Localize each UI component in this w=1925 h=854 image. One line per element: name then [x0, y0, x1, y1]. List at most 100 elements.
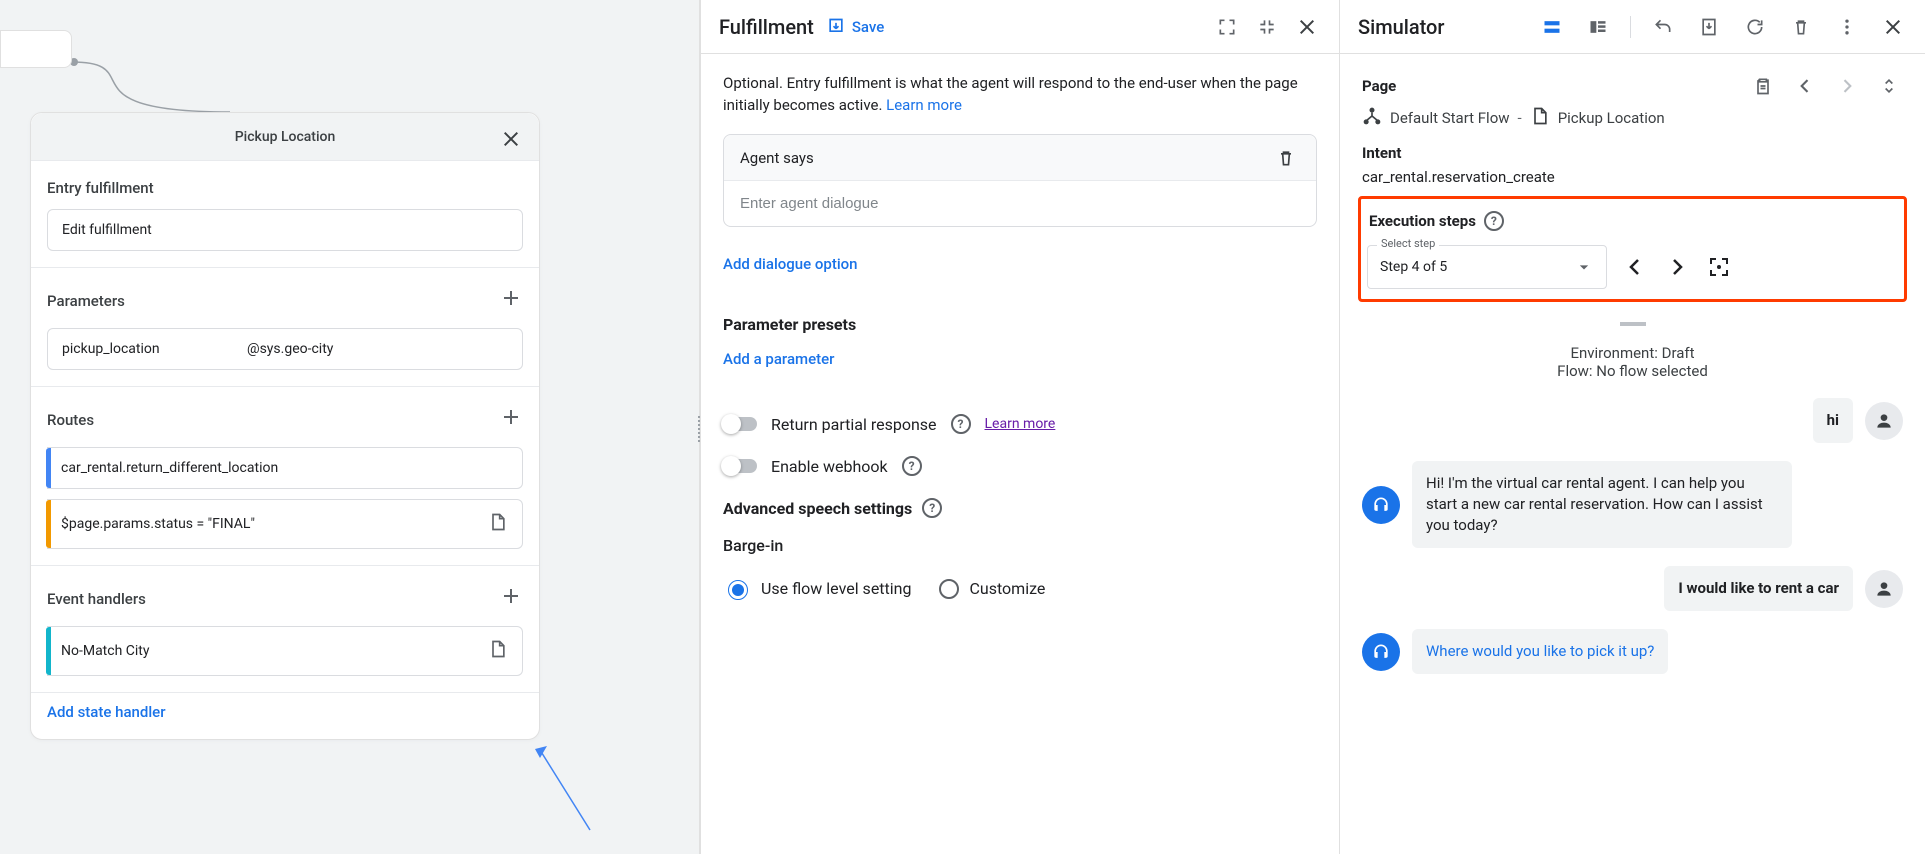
parameters-heading: Parameters: [47, 292, 125, 310]
add-dialogue-option-link[interactable]: Add dialogue option: [723, 255, 858, 273]
view-stacked-icon[interactable]: [1538, 13, 1566, 41]
return-partial-row: Return partial response ? Learn more: [723, 414, 1317, 434]
fullscreen-icon[interactable]: [1213, 13, 1241, 41]
intent-label: Intent: [1362, 144, 1401, 162]
parameter-entity: @sys.geo-city: [247, 341, 333, 357]
step-next-icon[interactable]: [1663, 253, 1691, 281]
chat-bubble-bot: Where would you like to pick it up?: [1412, 629, 1668, 674]
return-partial-label: Return partial response: [771, 415, 937, 434]
event-handlers-section: Event handlers No-Match City: [31, 566, 539, 693]
step-select-floating-label: Select step: [1377, 237, 1439, 250]
edit-fulfillment-row[interactable]: Edit fulfillment: [47, 209, 523, 251]
chat-meta: Environment: Draft Flow: No flow selecte…: [1362, 344, 1903, 380]
step-prev-icon[interactable]: [1621, 253, 1649, 281]
help-icon[interactable]: ?: [951, 414, 971, 434]
bot-avatar-icon: [1362, 486, 1400, 524]
more-icon[interactable]: [1833, 13, 1861, 41]
radio-customize-label: Customize: [969, 579, 1045, 598]
parameter-presets-heading: Parameter presets: [723, 315, 1317, 334]
download-icon[interactable]: [1695, 13, 1723, 41]
intent-value: car_rental.reservation_create: [1362, 168, 1903, 186]
agent-dialogue-input[interactable]: [724, 181, 1316, 226]
bot-avatar-icon: [1362, 633, 1400, 671]
add-route-icon[interactable]: [499, 405, 523, 435]
chat-bubble-bot: Hi! I'm the virtual car rental agent. I …: [1412, 461, 1792, 548]
flow-icon: [1362, 106, 1382, 130]
advanced-speech-heading: Advanced speech settings ?: [723, 498, 1317, 518]
event-handler-row[interactable]: No-Match City: [47, 626, 523, 676]
routes-section: Routes car_rental.return_different_locat…: [31, 387, 539, 566]
help-icon[interactable]: ?: [902, 456, 922, 476]
edit-fulfillment-label: Edit fulfillment: [62, 222, 152, 238]
barge-in-radio-customize[interactable]: Customize: [939, 579, 1045, 599]
barge-in-radio-flow[interactable]: Use flow level setting: [723, 577, 911, 600]
return-partial-toggle[interactable]: [723, 417, 757, 431]
add-parameter-icon[interactable]: [499, 286, 523, 316]
radio-customize[interactable]: [939, 579, 959, 599]
fulfillment-panel: Fulfillment Save Optional. Entry fulfill…: [700, 0, 1340, 854]
page-card-header: Pickup Location: [31, 113, 539, 161]
flow-canvas[interactable]: Pickup Location Entry fulfillment Edit f…: [0, 0, 700, 854]
focus-icon[interactable]: [1705, 253, 1733, 281]
event-handler-accent: [46, 627, 51, 675]
execution-steps-label: Execution steps: [1369, 212, 1476, 230]
route-condition-label: $page.params.status = "FINAL": [61, 516, 255, 532]
clipboard-icon[interactable]: [1749, 72, 1777, 100]
delete-response-icon[interactable]: [1272, 144, 1300, 172]
event-handler-label: No-Match City: [61, 643, 150, 659]
resize-grip[interactable]: [1340, 316, 1925, 330]
chat-msg-user: I would like to rent a car: [1362, 566, 1903, 611]
page-card-title: Pickup Location: [235, 129, 336, 145]
add-a-parameter-link[interactable]: Add a parameter: [723, 350, 834, 368]
breadcrumb-page: Pickup Location: [1558, 109, 1665, 127]
simulator-header: Simulator: [1340, 0, 1925, 54]
simulator-context: Page Default Start Flow - Pickup Locatio…: [1340, 54, 1925, 196]
entry-fulfillment-section: Entry fulfillment Edit fulfillment: [31, 161, 539, 268]
help-icon[interactable]: ?: [922, 498, 942, 518]
page-breadcrumb: Default Start Flow - Pickup Location: [1362, 106, 1903, 130]
doc-icon: [1530, 106, 1550, 130]
enable-webhook-toggle[interactable]: [723, 459, 757, 473]
learn-more-link[interactable]: Learn more: [886, 96, 962, 114]
radio-use-flow[interactable]: [728, 580, 748, 600]
enable-webhook-row: Enable webhook ?: [723, 456, 1317, 476]
user-avatar-icon: [1865, 402, 1903, 440]
page-icon: [488, 639, 508, 663]
next-page-icon[interactable]: [1833, 72, 1861, 100]
parameters-section: Parameters pickup_location @sys.geo-city: [31, 268, 539, 387]
page-icon: [488, 512, 508, 536]
add-event-handler-icon[interactable]: [499, 584, 523, 614]
step-select[interactable]: Select step Step 4 of 5: [1367, 245, 1607, 289]
flow-node-stub[interactable]: [0, 30, 72, 68]
trash-icon[interactable]: [1787, 13, 1815, 41]
route-accent-intent: [46, 448, 51, 488]
prev-page-icon[interactable]: [1791, 72, 1819, 100]
save-button[interactable]: Save: [826, 17, 884, 37]
breadcrumb-flow: Default Start Flow: [1390, 109, 1510, 127]
learn-more-partial-link[interactable]: Learn more: [985, 416, 1056, 432]
view-split-icon[interactable]: [1584, 13, 1612, 41]
refresh-icon[interactable]: [1741, 13, 1769, 41]
routes-heading: Routes: [47, 411, 94, 429]
close-icon[interactable]: [497, 125, 525, 153]
simulator-panel: Simulator Page Default Start Fl: [1340, 0, 1925, 854]
barge-in-heading: Barge-in: [723, 536, 1317, 555]
fulfillment-title: Fulfillment: [719, 15, 814, 39]
breadcrumb-separator: -: [1518, 109, 1522, 127]
exit-fullscreen-icon[interactable]: [1253, 13, 1281, 41]
fulfillment-body: Optional. Entry fulfillment is what the …: [701, 54, 1339, 854]
parameter-row[interactable]: pickup_location @sys.geo-city: [47, 328, 523, 370]
chat-msg-bot: Where would you like to pick it up?: [1362, 629, 1903, 674]
chat-area: Environment: Draft Flow: No flow selecte…: [1340, 330, 1925, 710]
user-avatar-icon: [1865, 570, 1903, 608]
page-label: Page: [1362, 77, 1396, 95]
help-icon[interactable]: ?: [1484, 211, 1504, 231]
close-panel-icon[interactable]: [1293, 13, 1321, 41]
unfold-icon[interactable]: [1875, 72, 1903, 100]
route-row-condition[interactable]: $page.params.status = "FINAL": [47, 499, 523, 549]
parameter-name: pickup_location: [62, 341, 247, 357]
undo-icon[interactable]: [1649, 13, 1677, 41]
route-row-intent[interactable]: car_rental.return_different_location: [47, 447, 523, 489]
add-state-handler-link[interactable]: Add state handler: [31, 693, 539, 739]
close-simulator-icon[interactable]: [1879, 13, 1907, 41]
